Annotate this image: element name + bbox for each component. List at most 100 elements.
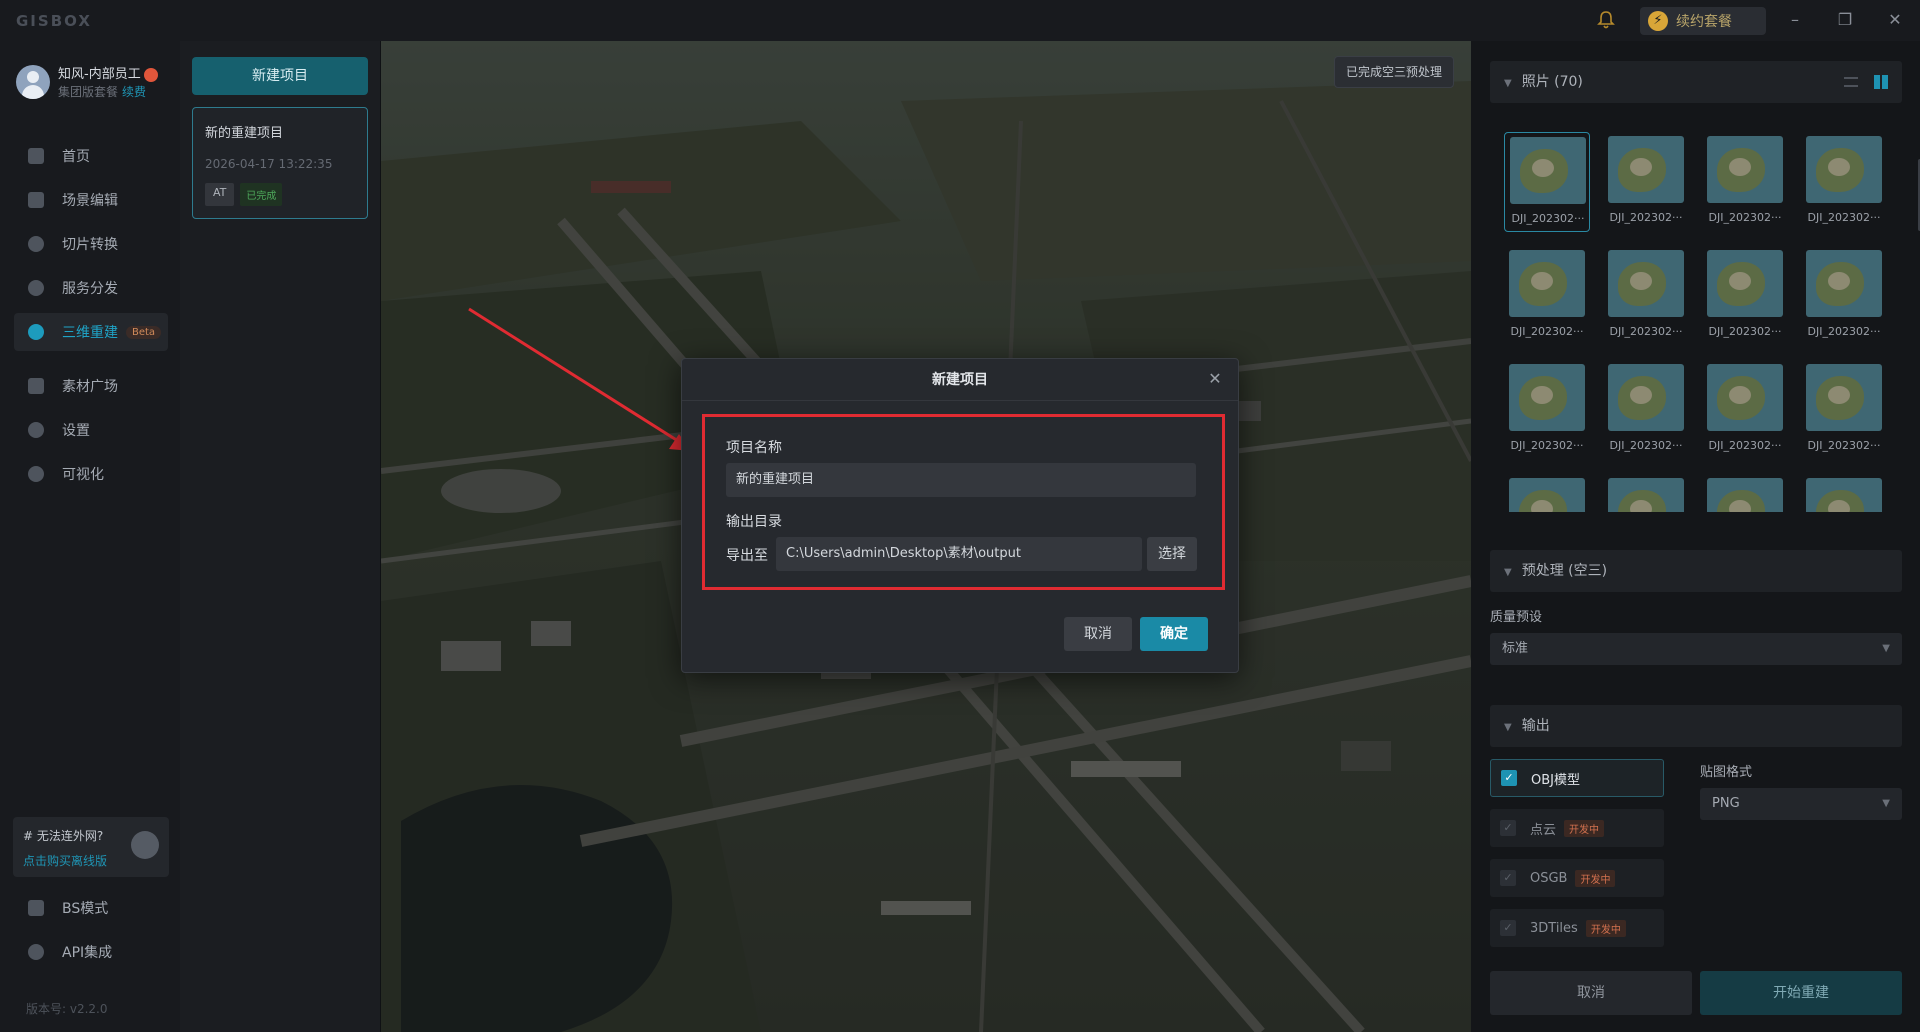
nav-item-asset-market[interactable]: 素材广场 xyxy=(14,367,168,405)
quality-label: 质量预设 xyxy=(1490,610,1543,625)
upload-icon xyxy=(28,280,44,296)
right-panel: ▼ 照片 (70) DJI_202302··· DJI_202302··· DJI_2… xyxy=(1471,41,1920,1032)
quality-value: 标准 xyxy=(1502,641,1529,656)
visualization-icon xyxy=(28,466,44,482)
nav-item-label: 素材广场 xyxy=(62,379,118,395)
grid-view-icon[interactable] xyxy=(1874,75,1888,89)
home-icon xyxy=(28,148,44,164)
texture-format-label: 贴图格式 xyxy=(1700,765,1753,780)
offline-promo[interactable]: # 无法连外网? 点击购买离线版 xyxy=(13,817,169,877)
dialog-cancel-button[interactable]: 取消 xyxy=(1064,617,1132,651)
project-name-input[interactable]: 新的重建项目 xyxy=(726,463,1196,497)
photo-image xyxy=(1806,478,1882,512)
photo-thumbnail[interactable] xyxy=(1504,474,1590,512)
output-option-3dtiles[interactable]: ✓ 3DTiles 开发中 xyxy=(1490,909,1664,947)
photos-title: 照片 (70) xyxy=(1521,74,1583,90)
preprocess-section-header[interactable]: ▼ 预处理 (空三) xyxy=(1490,550,1902,592)
photo-thumbnail[interactable]: DJI_202302··· xyxy=(1504,132,1590,232)
minimize-icon[interactable]: – xyxy=(1780,8,1810,32)
close-icon[interactable]: ✕ xyxy=(1204,368,1226,390)
photo-image xyxy=(1806,364,1882,431)
close-window-icon[interactable]: ✕ xyxy=(1880,8,1910,32)
output-option-label: 点云 xyxy=(1530,822,1557,838)
dialog-title: 新建项目 xyxy=(682,359,1238,401)
gear-icon xyxy=(28,422,44,438)
left-nav: 知风-内部员工 集团版套餐 续费 首页 场景编辑 切片转换 服务分发 三维重建 Be… xyxy=(0,41,180,1032)
project-column: 新建项目 新的重建项目 2026-04-17 13:22:35 AT 已完成 xyxy=(180,41,380,1032)
photo-image xyxy=(1509,364,1585,431)
photo-thumbnail[interactable]: DJI_202302··· xyxy=(1504,360,1590,460)
photo-thumbnail[interactable]: DJI_202302··· xyxy=(1603,360,1689,460)
photos-section-header[interactable]: ▼ 照片 (70) xyxy=(1490,61,1902,103)
new-project-button[interactable]: 新建项目 xyxy=(192,57,368,95)
photo-thumbnail[interactable]: DJI_202302··· xyxy=(1801,360,1887,460)
photo-name: DJI_202302··· xyxy=(1708,211,1782,224)
nav-item-tile-convert[interactable]: 切片转换 xyxy=(14,225,168,263)
photo-name: DJI_202302··· xyxy=(1807,211,1881,224)
photo-image xyxy=(1608,478,1684,512)
photo-thumbnail[interactable]: DJI_202302··· xyxy=(1801,132,1887,232)
checkbox-checked-icon[interactable]: ✓ xyxy=(1501,770,1517,786)
photo-name: DJI_202302··· xyxy=(1510,439,1584,452)
restore-icon[interactable]: ❐ xyxy=(1830,8,1860,32)
renew-plan-button[interactable]: ⚡ 续约套餐 xyxy=(1640,7,1766,35)
dev-badge: 开发中 xyxy=(1585,919,1626,937)
project-name: 新的重建项目 xyxy=(205,126,284,141)
quality-select[interactable]: 标准 ▼ xyxy=(1490,633,1902,665)
checkbox-icon[interactable]: ✓ xyxy=(1500,920,1516,936)
nav-item-label: 首页 xyxy=(62,149,90,165)
nav-item-visualization[interactable]: 可视化 xyxy=(14,455,168,493)
photo-name: DJI_202302··· xyxy=(1511,212,1585,225)
output-option-label: OSGB xyxy=(1530,870,1568,886)
photo-thumbnail[interactable] xyxy=(1801,474,1887,512)
photo-thumbnail[interactable] xyxy=(1702,474,1788,512)
nav-item-scene-edit[interactable]: 场景编辑 xyxy=(14,181,168,219)
checkbox-icon[interactable]: ✓ xyxy=(1500,870,1516,886)
output-option-obj[interactable]: ✓ OBJ模型 xyxy=(1490,759,1664,797)
photo-thumbnail[interactable]: DJI_202302··· xyxy=(1702,246,1788,346)
output-section-header[interactable]: ▼ 输出 xyxy=(1490,705,1902,747)
photo-thumbnail[interactable]: DJI_202302··· xyxy=(1702,132,1788,232)
nav-item-label: BS模式 xyxy=(62,901,109,917)
list-view-icon[interactable] xyxy=(1844,77,1858,87)
status-badge: 已完成 xyxy=(240,183,283,206)
cube-icon xyxy=(28,192,44,208)
texture-format-select[interactable]: PNG ▼ xyxy=(1700,788,1902,820)
bell-icon[interactable] xyxy=(1596,10,1616,30)
photo-name: DJI_202302··· xyxy=(1609,439,1683,452)
renew-link[interactable]: 续费 xyxy=(122,85,146,99)
photo-thumbnail[interactable]: DJI_202302··· xyxy=(1603,246,1689,346)
photo-thumbnail[interactable]: DJI_202302··· xyxy=(1603,132,1689,232)
photo-thumbnail[interactable]: DJI_202302··· xyxy=(1801,246,1887,346)
export-to-label: 导出至 xyxy=(726,548,768,564)
nav-item-bs-mode[interactable]: BS模式 xyxy=(14,889,168,927)
project-card[interactable]: 新的重建项目 2026-04-17 13:22:35 AT 已完成 xyxy=(192,107,368,219)
nav-item-service-publish[interactable]: 服务分发 xyxy=(14,269,168,307)
photo-name: DJI_202302··· xyxy=(1609,325,1683,338)
version-text: 版本号: v2.2.0 xyxy=(26,1002,108,1016)
image-icon xyxy=(28,378,44,394)
app-logo: GISBOX xyxy=(16,12,92,30)
nav-item-api[interactable]: API集成 xyxy=(14,933,168,971)
cancel-button[interactable]: 取消 xyxy=(1490,971,1692,1015)
output-option-osgb[interactable]: ✓ OSGB 开发中 xyxy=(1490,859,1664,897)
nav-item-settings[interactable]: 设置 xyxy=(14,411,168,449)
photo-thumbnail[interactable]: DJI_202302··· xyxy=(1504,246,1590,346)
avatar xyxy=(16,65,50,99)
photo-thumbnail[interactable]: DJI_202302··· xyxy=(1702,360,1788,460)
nav-item-home[interactable]: 首页 xyxy=(14,137,168,175)
output-option-pointcloud[interactable]: ✓ 点云 开发中 xyxy=(1490,809,1664,847)
photo-name: DJI_202302··· xyxy=(1609,211,1683,224)
code-icon xyxy=(28,900,44,916)
photo-image xyxy=(1608,364,1684,431)
choose-dir-button[interactable]: 选择 xyxy=(1147,537,1197,571)
output-path-input[interactable]: C:\Users\admin\Desktop\素材\output xyxy=(776,537,1142,571)
user-profile[interactable]: 知风-内部员工 集团版套餐 续费 xyxy=(16,61,176,105)
checkbox-icon[interactable]: ✓ xyxy=(1500,820,1516,836)
user-plan: 集团版套餐 xyxy=(58,85,119,99)
start-reconstruction-button[interactable]: 开始重建 xyxy=(1700,971,1902,1015)
dialog-confirm-button[interactable]: 确定 xyxy=(1140,617,1208,651)
nav-item-3d-reconstruction[interactable]: 三维重建 Beta xyxy=(14,313,168,351)
photo-thumbnail[interactable] xyxy=(1603,474,1689,512)
title-bar: GISBOX ⚡ 续约套餐 – ❐ ✕ xyxy=(0,0,1920,41)
